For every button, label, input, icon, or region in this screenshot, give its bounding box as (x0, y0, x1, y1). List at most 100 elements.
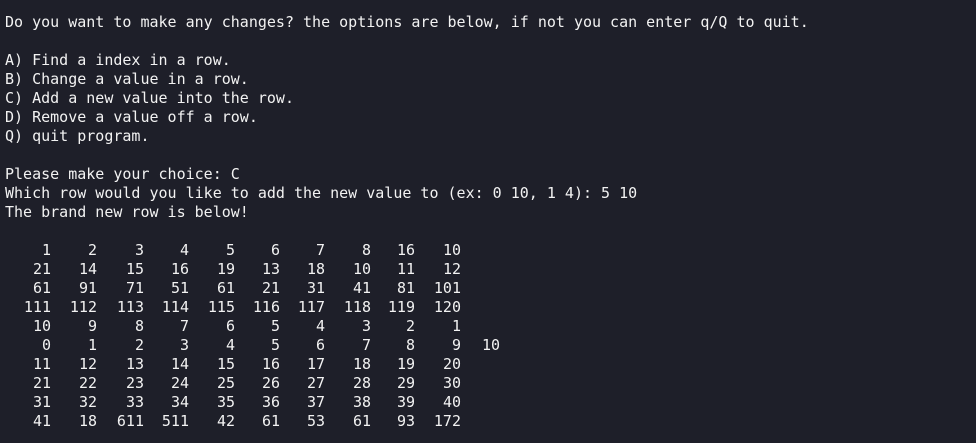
grid-row: 31 32 33 34 35 36 37 38 39 40 (5, 393, 976, 412)
grid-cell: 1 (41, 241, 51, 259)
grid-cell: 33 (125, 393, 144, 411)
grid-cell: 511 (161, 412, 189, 430)
grid-cell: 39 (396, 393, 415, 411)
grid-cell: 611 (116, 412, 144, 430)
grid-cell: 0 (41, 336, 51, 354)
grid-cell: 2 (134, 336, 144, 354)
result-line: The brand new row is below! (5, 203, 249, 221)
options-list: A) Find a index in a row. B) Change a va… (5, 51, 976, 146)
grid-row: 21 14 15 16 19 13 18 10 11 12 (5, 260, 976, 279)
grid-cell: 25 (216, 374, 235, 392)
grid-cell: 119 (387, 298, 415, 316)
grid-cell: 21 (261, 279, 280, 297)
grid-cell: 18 (78, 412, 97, 430)
grid-cell: 3 (134, 241, 144, 259)
grid-cell: 101 (433, 279, 461, 297)
grid-cell: 18 (306, 260, 325, 278)
grid-row: 41 18 611 511 42 61 53 61 93 172 (5, 412, 976, 431)
grid-cell: 9 (451, 336, 461, 354)
grid-cell: 4 (225, 336, 235, 354)
grid-cell: 7 (179, 317, 189, 335)
grid-cell: 6 (315, 336, 325, 354)
grid-cell: 10 (442, 241, 461, 259)
grid-cell: 1 (451, 317, 461, 335)
grid-cell: 18 (352, 355, 371, 373)
grid-row: 21 22 23 24 25 26 27 28 29 30 (5, 374, 976, 393)
grid-cell: 31 (306, 279, 325, 297)
grid-cell: 111 (23, 298, 51, 316)
grid-cell: 16 (261, 355, 280, 373)
grid-cell: 38 (352, 393, 371, 411)
grid-cell: 19 (396, 355, 415, 373)
grid-cell: 118 (343, 298, 371, 316)
grid-cell: 91 (78, 279, 97, 297)
grid-cell: 19 (216, 260, 235, 278)
grid-cell: 61 (32, 279, 51, 297)
grid-cell: 41 (32, 412, 51, 430)
grid-cell: 24 (170, 374, 189, 392)
row-prompt-line: Which row would you like to add the new … (5, 184, 638, 202)
grid-cell: 14 (170, 355, 189, 373)
grid-row: 111 112 113 114 115 116 117 118 119 120 (5, 298, 976, 317)
grid-cell: 3 (361, 317, 371, 335)
grid-row: 0 1 2 3 4 5 6 7 8 9 10 (5, 336, 976, 355)
grid-cell: 32 (78, 393, 97, 411)
grid-cell: 114 (161, 298, 189, 316)
grid-cell: 61 (261, 412, 280, 430)
grid-cell: 61 (352, 412, 371, 430)
grid-cell: 115 (207, 298, 235, 316)
grid-cell: 13 (125, 355, 144, 373)
grid-cell: 23 (125, 374, 144, 392)
choice-line: Please make your choice: C (5, 165, 240, 183)
grid-cell: 8 (134, 317, 144, 335)
terminal-window[interactable]: Do you want to make any changes? the opt… (0, 0, 976, 443)
grid-cell: 93 (396, 412, 415, 430)
grid-cell: 112 (69, 298, 97, 316)
grid-cell: 26 (261, 374, 280, 392)
grid-cell: 28 (352, 374, 371, 392)
grid-cell: 10 (482, 336, 501, 354)
grid-cell: 27 (306, 374, 325, 392)
grid-cell: 7 (315, 241, 325, 259)
grid-cell: 31 (32, 393, 51, 411)
grid-cell: 15 (216, 355, 235, 373)
grid-cell: 2 (87, 241, 97, 259)
grid-cell: 36 (261, 393, 280, 411)
grid-cell: 22 (78, 374, 97, 392)
grid-cell: 12 (78, 355, 97, 373)
grid-cell: 11 (396, 260, 415, 278)
grid-cell: 113 (116, 298, 144, 316)
grid-cell: 71 (125, 279, 144, 297)
grid-cell: 61 (216, 279, 235, 297)
grid-cell: 8 (361, 241, 371, 259)
grid-cell: 2 (405, 317, 415, 335)
grid-cell: 30 (442, 374, 461, 392)
grid-cell: 21 (32, 260, 51, 278)
grid-cell: 21 (32, 374, 51, 392)
grid-cell: 20 (442, 355, 461, 373)
grid-row: 61 91 71 51 61 21 31 41 81 101 (5, 279, 976, 298)
option-add: C) Add a new value into the row. (5, 89, 294, 107)
option-find: A) Find a index in a row. (5, 51, 231, 69)
grid-cell: 3 (179, 336, 189, 354)
grid-cell: 10 (352, 260, 371, 278)
grid-cell: 6 (270, 241, 280, 259)
grid-cell: 15 (125, 260, 144, 278)
grid-cell: 5 (270, 336, 280, 354)
grid-cell: 7 (361, 336, 371, 354)
grid-cell: 16 (396, 241, 415, 259)
grid-cell: 51 (170, 279, 189, 297)
grid-cell: 16 (170, 260, 189, 278)
grid-cell: 14 (78, 260, 97, 278)
grid-row: 10 9 8 7 6 5 4 3 2 1 (5, 317, 976, 336)
grid-cell: 29 (396, 374, 415, 392)
grid-cell: 40 (442, 393, 461, 411)
grid-cell: 5 (225, 241, 235, 259)
grid-cell: 10 (32, 317, 51, 335)
grid-row: 11 12 13 14 15 16 17 18 19 20 (5, 355, 976, 374)
value-grid: 1 2 3 4 5 6 7 8 16 10 21 14 15 16 19 13 18 10 11 12 61 91 71 51… (5, 241, 976, 431)
grid-cell: 41 (352, 279, 371, 297)
